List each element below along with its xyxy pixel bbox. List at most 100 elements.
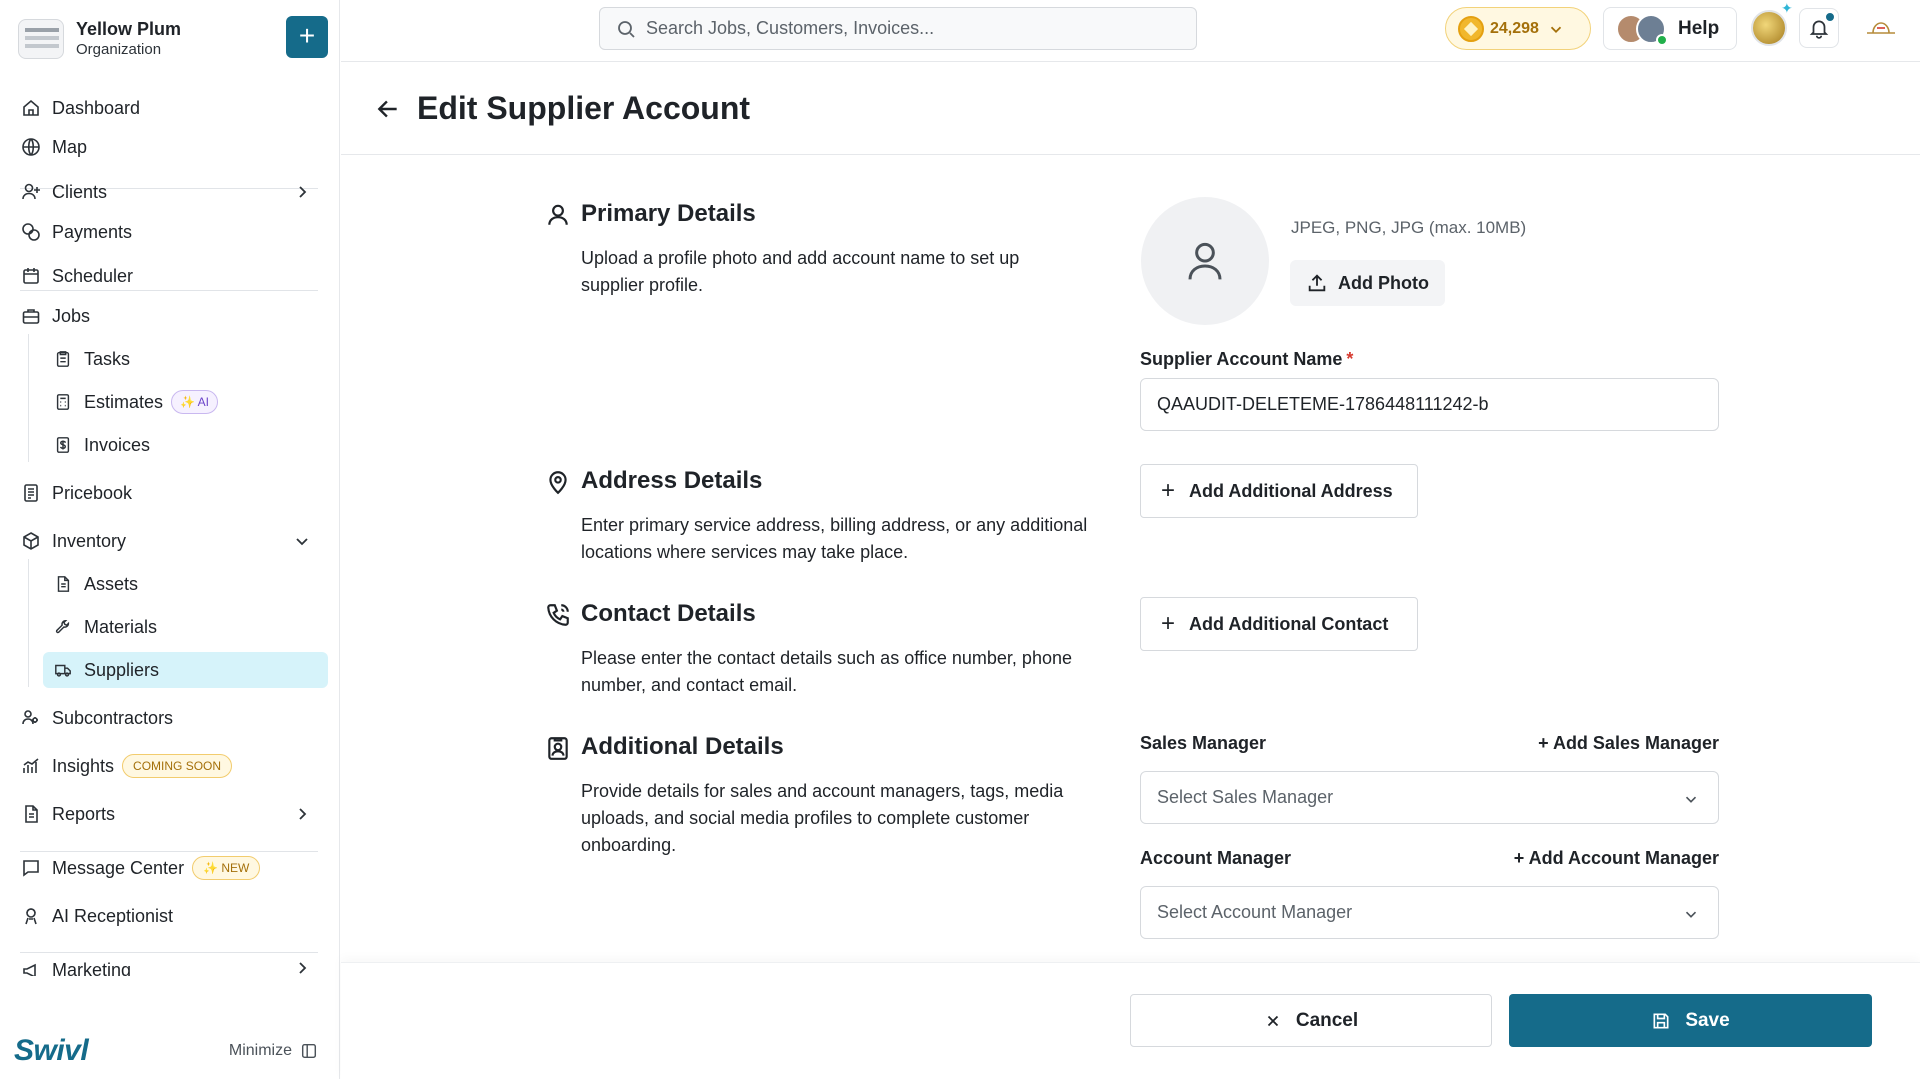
sidebar-item-pricebook[interactable]: Pricebook — [20, 475, 320, 511]
add-photo-button[interactable]: Add Photo — [1290, 260, 1445, 306]
quick-add-button[interactable]: + — [286, 16, 328, 58]
sidebar-item-insights[interactable]: Insights COMING SOON — [20, 748, 320, 784]
briefcase-icon — [20, 305, 42, 327]
account-manager-placeholder: Select Account Manager — [1157, 902, 1353, 922]
arrow-left-icon — [377, 100, 397, 117]
receptionist-icon — [20, 905, 42, 927]
sidebar-item-label: Invoices — [84, 434, 151, 455]
sidebar-item-subcontractors[interactable]: Subcontractors — [20, 700, 320, 736]
top-bar: 24,298 Help ✦ — [341, 0, 1920, 62]
sidebar-item-label: Reports — [52, 803, 116, 824]
location-pin-icon — [549, 471, 567, 495]
chart-icon — [20, 755, 42, 777]
sidebar-item-label: Suppliers — [84, 659, 160, 680]
account-manager-label: Account Manager — [1140, 848, 1292, 868]
tree-line — [28, 559, 29, 687]
sidebar: Yellow Plum Organization + Dashboard Map… — [0, 0, 340, 1079]
page-header: Edit Supplier Account — [341, 63, 1920, 155]
organization-switcher[interactable]: Yellow Plum Organization + — [18, 16, 328, 62]
sidebar-item-suppliers[interactable]: Suppliers — [43, 652, 328, 688]
photo-format-hint: JPEG, PNG, JPG (max. 10MB) — [1291, 218, 1527, 237]
profile-photo-placeholder[interactable] — [1141, 197, 1269, 325]
sidebar-item-label: Scheduler — [52, 265, 134, 286]
contact-details-title: Contact Details — [547, 600, 756, 628]
sidebar-item-scheduler[interactable]: Scheduler — [20, 258, 320, 294]
sidebar-item-label: Marketing — [52, 960, 132, 976]
sidebar-item-label: Payments — [52, 221, 133, 242]
online-indicator — [1656, 33, 1668, 46]
box-icon — [20, 530, 42, 552]
message-icon — [20, 857, 42, 879]
sidebar-item-label: Dashboard — [52, 97, 141, 118]
save-button[interactable]: Save — [1509, 994, 1872, 1047]
add-account-manager-link[interactable]: + Add Account Manager — [1480, 848, 1719, 869]
sidebar-item-reports[interactable]: Reports — [20, 796, 320, 832]
sidebar-item-label: Jobs — [52, 305, 91, 326]
back-button[interactable] — [373, 94, 403, 124]
invoice-icon — [52, 434, 74, 456]
document-icon — [52, 573, 74, 595]
chevron-down-icon — [296, 538, 308, 546]
users-icon — [20, 707, 42, 729]
coins-icon — [20, 221, 42, 243]
sidebar-item-marketing[interactable]: Marketing — [20, 952, 320, 976]
minimize-button[interactable]: Minimize — [229, 1042, 318, 1060]
calculator-icon — [52, 391, 74, 413]
sidebar-item-payments[interactable]: Payments — [20, 214, 320, 250]
search-input[interactable] — [646, 18, 1166, 39]
sparkle-icon: ✦ — [1781, 0, 1793, 16]
sidebar-item-estimates[interactable]: Estimates ✨ AI — [52, 384, 328, 420]
notification-dot — [1824, 11, 1836, 23]
upload-icon — [1308, 274, 1326, 292]
sidebar-item-label: Clients — [52, 181, 108, 202]
phone-icon — [547, 604, 569, 626]
chevron-right-icon — [299, 962, 307, 974]
add-additional-address-button[interactable]: + Add Additional Address — [1140, 464, 1418, 518]
notifications-button[interactable] — [1799, 8, 1839, 48]
sidebar-item-ai-receptionist[interactable]: AI Receptionist — [20, 898, 320, 934]
account-manager-select[interactable]: Select Account Manager — [1140, 886, 1719, 939]
minimize-label: Minimize — [228, 1042, 292, 1059]
organization-name: Yellow Plum — [76, 19, 182, 39]
sidebar-item-tasks[interactable]: Tasks — [52, 341, 328, 377]
sidebar-item-clients[interactable]: Clients — [20, 174, 320, 210]
coins-balance-button[interactable]: 24,298 — [1445, 7, 1591, 50]
help-label: Help — [1678, 17, 1720, 39]
global-search[interactable] — [599, 7, 1197, 50]
additional-details-title: Additional Details — [548, 733, 784, 761]
sidebar-item-map[interactable]: Map — [20, 129, 320, 165]
primary-details-description: Upload a profile photo and add account n… — [581, 248, 1020, 295]
sidebar-item-dashboard[interactable]: Dashboard — [20, 90, 320, 126]
user-icon — [548, 204, 568, 225]
add-sales-manager-link[interactable]: + Add Sales Manager — [1500, 733, 1719, 754]
globe-icon — [20, 136, 42, 158]
hat-icon[interactable] — [1863, 16, 1899, 40]
tree-line — [28, 334, 29, 462]
sidebar-item-label: Inventory — [52, 530, 127, 551]
sidebar-item-inventory[interactable]: Inventory — [20, 523, 320, 559]
primary-details-title: Primary Details — [548, 200, 756, 228]
coins-value: 24,298 — [1490, 19, 1539, 37]
sidebar-item-materials[interactable]: Materials — [52, 609, 328, 645]
help-button[interactable]: Help — [1603, 7, 1737, 50]
cancel-button[interactable]: Cancel — [1130, 994, 1492, 1047]
sidebar-item-label: AI Receptionist — [52, 905, 174, 926]
new-badge: ✨ NEW — [192, 856, 261, 880]
supplier-account-name-input[interactable] — [1140, 378, 1719, 431]
sidebar-item-assets[interactable]: Assets — [52, 566, 328, 602]
sales-manager-placeholder: Select Sales Manager — [1157, 787, 1334, 807]
sidebar-item-label: Materials — [84, 616, 158, 637]
home-icon — [20, 97, 42, 119]
sidebar-item-jobs[interactable]: Jobs — [20, 298, 320, 334]
contact-details-description: Please enter the contact details such as… — [581, 648, 1072, 695]
sidebar-item-label: Insights — [52, 755, 115, 776]
sidebar-item-invoices[interactable]: Invoices — [52, 427, 328, 463]
megaphone-icon — [20, 960, 42, 976]
coin-icon — [1458, 15, 1484, 42]
sidebar-footer: Swivl Minimize — [0, 1030, 340, 1079]
address-details-title: Address Details — [549, 467, 762, 495]
sales-manager-select[interactable]: Select Sales Manager — [1140, 771, 1719, 824]
user-placeholder-icon — [1188, 242, 1222, 280]
sidebar-item-message-center[interactable]: Message Center ✨ NEW — [20, 850, 320, 886]
add-additional-contact-button[interactable]: + Add Additional Contact — [1140, 597, 1418, 651]
